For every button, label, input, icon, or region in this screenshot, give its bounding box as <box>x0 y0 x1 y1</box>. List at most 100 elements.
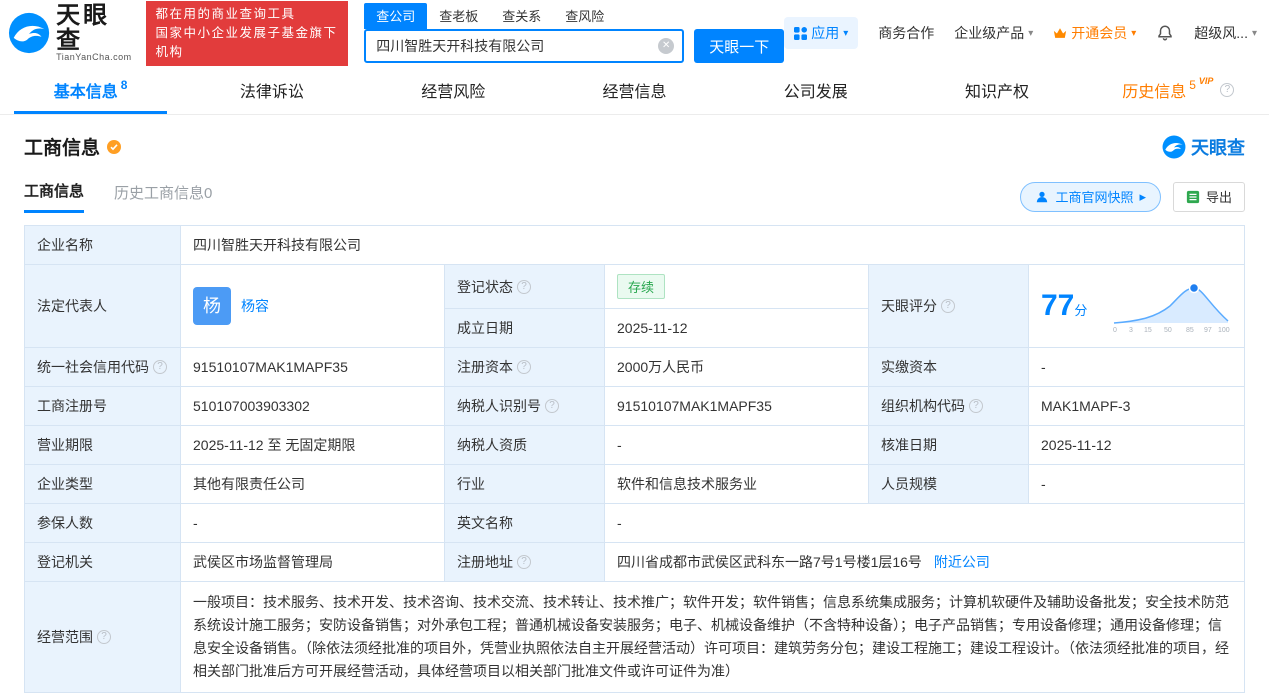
search-tab-boss[interactable]: 查老板 <box>427 3 490 29</box>
credit-code-label: 统一社会信用代码? <box>24 347 181 387</box>
notification-bell[interactable] <box>1156 24 1174 42</box>
paid-capital-label: 实缴资本 <box>868 347 1029 387</box>
english-name-label: 英文名称 <box>444 503 605 543</box>
tab-history-info[interactable]: 历史信息 5 VIP ? <box>1088 66 1269 114</box>
bell-icon <box>1158 25 1173 41</box>
logo-wave-icon <box>1162 135 1186 158</box>
help-icon[interactable]: ? <box>941 299 955 313</box>
org-code-value: MAK1MAPF-3 <box>1028 386 1245 426</box>
tab-intellectual-property[interactable]: 知识产权 <box>906 66 1087 114</box>
table-row: 工商注册号 510107003903302 纳税人识别号? 91510107MA… <box>24 386 1245 426</box>
help-icon[interactable]: ? <box>969 399 983 413</box>
approved-date-label: 核准日期 <box>868 425 1029 465</box>
nearby-companies-link[interactable]: 附近公司 <box>934 554 990 570</box>
main-content: 工商信息 天眼查 工商信息 历史工商信息0 工商官网快照 ▸ 导出 企业名称 四… <box>0 115 1269 693</box>
staff-size-label: 人员规模 <box>868 464 1029 504</box>
help-icon[interactable]: ? <box>517 279 531 294</box>
header-right-nav: 应用 ▾ 商务合作 企业级产品 ▾ 开通会员 ▾ 超级风... ▾ <box>784 17 1257 49</box>
person-icon <box>1037 191 1048 202</box>
avatar[interactable]: 杨 <box>193 287 231 325</box>
export-file-icon <box>1186 190 1200 203</box>
tab-basic-info[interactable]: 基本信息 8 <box>0 66 181 114</box>
open-vip-label: 开通会员 <box>1071 25 1128 41</box>
svg-text:3: 3 <box>1129 327 1133 334</box>
svg-text:100: 100 <box>1218 327 1230 334</box>
export-button[interactable]: 导出 <box>1172 181 1245 212</box>
help-icon[interactable]: ? <box>1220 83 1235 97</box>
tab-operating-info[interactable]: 经营信息 <box>544 66 725 114</box>
help-icon[interactable]: ? <box>517 360 531 374</box>
tab-intellectual-property-label: 知识产权 <box>965 84 1030 101</box>
reg-capital-value: 2000万人民币 <box>604 347 869 387</box>
staff-size-value: - <box>1028 464 1245 504</box>
enterprise-products-menu[interactable]: 企业级产品 ▾ <box>954 23 1033 43</box>
brand-slogan: 都在用的商业查询工具 国家中小企业发展子基金旗下机构 <box>145 0 349 66</box>
chevron-down-icon: ▾ <box>1131 27 1137 39</box>
industry-label: 行业 <box>444 464 605 504</box>
tab-history-info-count: 5 <box>1189 78 1196 92</box>
top-header: 天眼查 TianYanCha.com 都在用的商业查询工具 国家中小企业发展子基… <box>0 0 1269 66</box>
help-icon[interactable]: ? <box>545 399 559 413</box>
reg-no-label: 工商注册号 <box>24 386 181 426</box>
english-name-value: - <box>604 503 1245 543</box>
address-value: 四川省成都市武侯区武科东一路7号1号楼1层16号 附近公司 <box>604 542 1245 582</box>
subtab-business-info[interactable]: 工商信息 <box>24 180 85 213</box>
taxpayer-no-label: 纳税人识别号? <box>444 386 605 426</box>
export-label: 导出 <box>1205 190 1232 205</box>
score-curve-chart[interactable]: 0 3 15 50 85 97 100 <box>1112 278 1232 334</box>
apps-label: 应用 <box>811 25 840 41</box>
term-label: 营业期限 <box>24 425 181 465</box>
section-watermark-logo: 天眼查 <box>1162 134 1245 160</box>
crown-icon <box>1054 28 1067 38</box>
super-risk-menu[interactable]: 超级风... ▾ <box>1194 23 1257 43</box>
tab-basic-info-label: 基本信息 <box>53 84 118 101</box>
svg-text:97: 97 <box>1204 327 1212 334</box>
open-vip-menu[interactable]: 开通会员 ▾ <box>1053 23 1136 43</box>
watermark-text: 天眼查 <box>1191 137 1245 158</box>
help-icon[interactable]: ? <box>153 360 167 374</box>
slogan-line2: 国家中小企业发展子基金旗下机构 <box>155 25 338 59</box>
help-icon[interactable]: ? <box>97 630 111 644</box>
score-value: 77 <box>1041 289 1075 322</box>
search-input[interactable] <box>366 31 683 61</box>
chevron-down-icon: ▾ <box>1028 27 1034 39</box>
apps-menu[interactable]: 应用 ▾ <box>784 17 859 49</box>
reg-authority-label: 登记机关 <box>24 542 181 582</box>
insured-num-label: 参保人数 <box>24 503 181 543</box>
legal-rep-link[interactable]: 杨容 <box>241 296 269 316</box>
help-icon[interactable]: ? <box>517 555 531 569</box>
company-type-label: 企业类型 <box>24 464 181 504</box>
search-tab-company[interactable]: 查公司 <box>364 3 428 29</box>
search-tabs: 查公司 查老板 查关系 查风险 <box>364 3 784 29</box>
official-snapshot-button[interactable]: 工商官网快照 ▸ <box>1020 181 1161 212</box>
arrow-right-icon: ▸ <box>1139 188 1146 204</box>
subtab-history-business-info[interactable]: 历史工商信息0 <box>114 182 212 212</box>
search-button[interactable]: 天眼一下 <box>694 29 785 63</box>
insured-num-value: - <box>180 503 445 543</box>
tab-legal-proceedings[interactable]: 法律诉讼 <box>181 66 362 114</box>
taxpayer-quality-label: 纳税人资质 <box>444 425 605 465</box>
search-tab-relation[interactable]: 查关系 <box>490 3 553 29</box>
enterprise-products-label: 企业级产品 <box>954 25 1025 41</box>
score-cell: 77分 0 3 15 50 85 97 100 <box>1028 264 1245 348</box>
legal-rep-label: 法定代表人 <box>24 264 181 348</box>
reg-status-label: 登记状态? <box>444 264 605 309</box>
tab-company-development[interactable]: 公司发展 <box>725 66 906 114</box>
tianyancha-logo[interactable]: 天眼查 TianYanCha.com <box>8 3 134 63</box>
credit-code-value: 91510107MAK1MAPF35 <box>180 347 445 387</box>
business-info-table: 企业名称 四川智胜天开科技有限公司 法定代表人 杨 杨容 登记状态? 存续 天眼… <box>24 225 1245 693</box>
tab-basic-info-count: 8 <box>120 78 128 92</box>
svg-text:15: 15 <box>1144 327 1152 334</box>
search-tab-risk[interactable]: 查风险 <box>553 3 616 29</box>
est-date-value: 2025-11-12 <box>604 308 869 348</box>
est-date-label: 成立日期 <box>444 308 605 348</box>
paid-capital-value: - <box>1028 347 1245 387</box>
tab-legal-proceedings-label: 法律诉讼 <box>239 84 304 101</box>
svg-text:50: 50 <box>1164 327 1172 334</box>
apps-grid-icon <box>794 26 808 40</box>
tab-operating-risk[interactable]: 经营风险 <box>363 66 544 114</box>
svg-text:0: 0 <box>1113 327 1117 334</box>
business-cooperation-link[interactable]: 商务合作 <box>878 23 934 43</box>
company-type-value: 其他有限责任公司 <box>180 464 445 504</box>
section-title: 工商信息 <box>24 138 101 159</box>
